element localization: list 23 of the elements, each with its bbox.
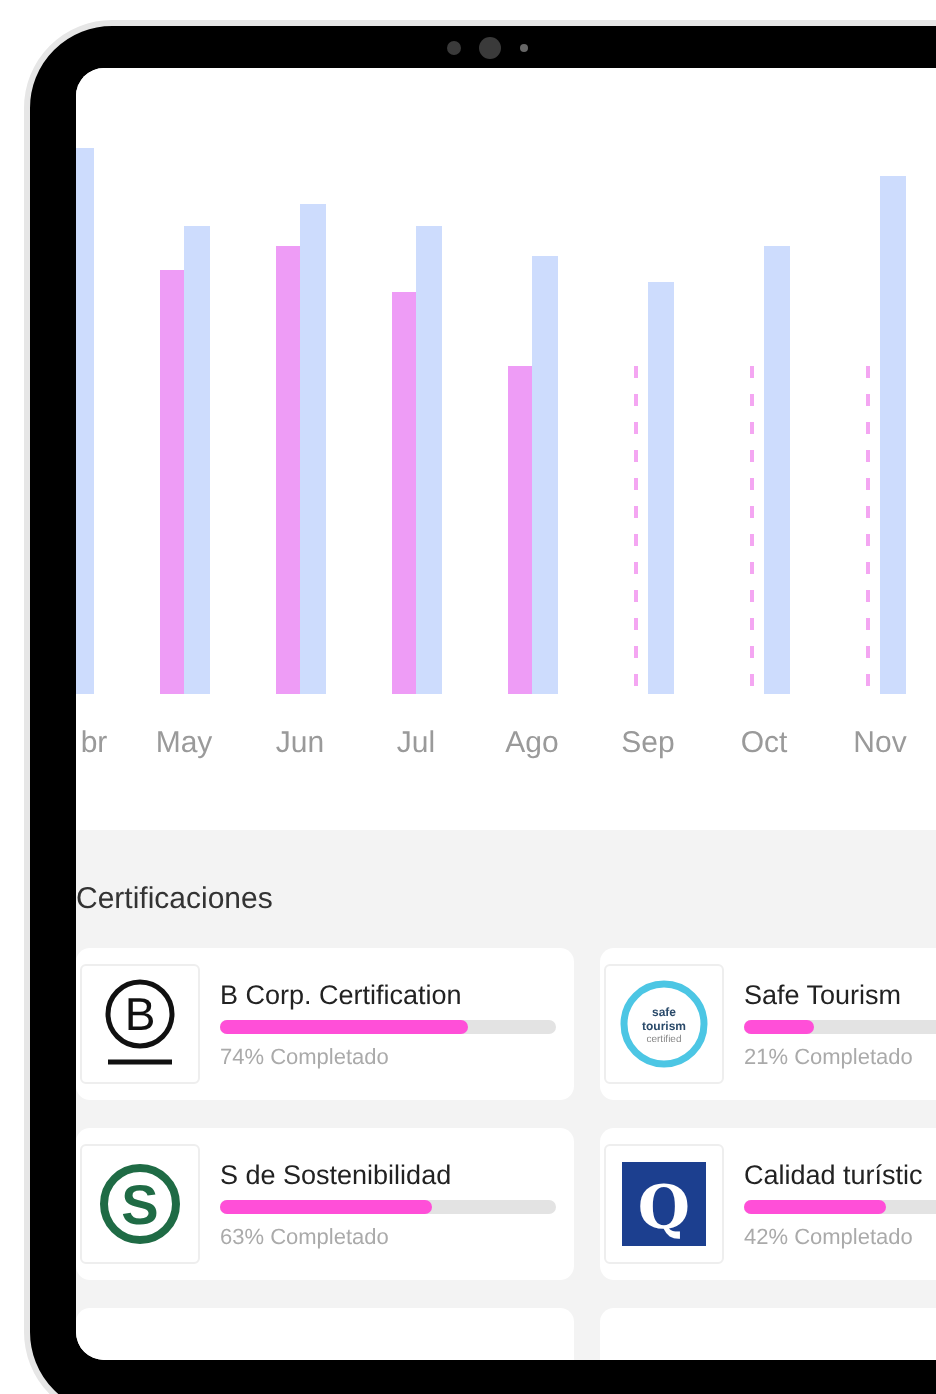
month-label: Ago: [505, 726, 559, 760]
month-label: Nov: [853, 726, 907, 760]
certification-card[interactable]: B B Corp. Certification 74% Completado: [76, 948, 574, 1100]
progress-text: 42% Completado: [744, 1225, 915, 1249]
progress-text: 74% Completado: [220, 1045, 391, 1069]
month-label: br: [80, 726, 108, 760]
certification-name: Safe Tourism: [744, 979, 904, 1009]
s-logo: S: [96, 1160, 184, 1248]
month-label: Jun: [275, 726, 325, 760]
certification-card[interactable]: S S de Sostenibilidad 63% Completado: [76, 1128, 574, 1280]
month-label: May: [155, 726, 213, 760]
month-label: Sep: [621, 726, 675, 760]
month-label: Oct: [740, 726, 788, 760]
certification-name: S de Sostenibilidad: [220, 1159, 454, 1189]
q-logo: Q: [622, 1162, 706, 1246]
certification-card[interactable]: Q Calidad turístic 42% Completado: [600, 1128, 936, 1280]
progress-text: 21% Completado: [744, 1045, 915, 1069]
b-corp-logo: B: [100, 978, 180, 1070]
certification-name: Calidad turístic: [744, 1159, 925, 1189]
progress-text: 63% Completado: [220, 1225, 391, 1249]
month-label: Jul: [396, 726, 436, 760]
section-title: Certificaciones: [76, 882, 275, 916]
certification-name: B Corp. Certification: [220, 979, 464, 1009]
